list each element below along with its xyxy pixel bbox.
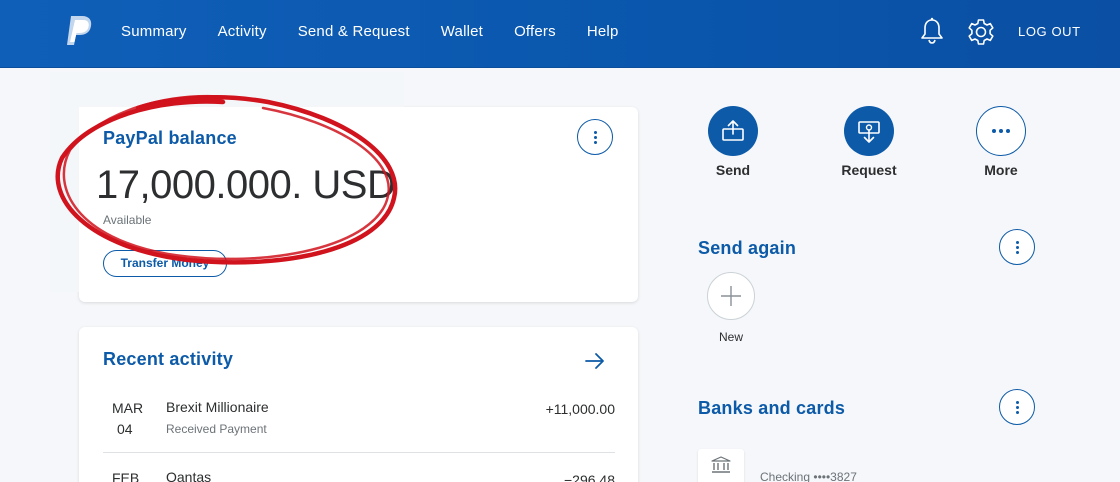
nav-offers[interactable]: Offers <box>514 22 556 42</box>
vertical-dots-icon <box>1015 240 1019 254</box>
balance-options-button[interactable] <box>577 119 613 155</box>
divider <box>103 452 615 453</box>
activity-name: Brexit Millionaire <box>166 399 269 415</box>
nav-wallet[interactable]: Wallet <box>441 22 483 42</box>
send-action[interactable]: Send <box>700 106 766 178</box>
new-contact-button[interactable] <box>707 272 755 320</box>
request-button-circle[interactable] <box>844 106 894 156</box>
nav-activity[interactable]: Activity <box>218 22 267 42</box>
balance-title: PayPal balance <box>103 128 237 148</box>
settings-gear-icon[interactable] <box>966 17 996 47</box>
nav-help[interactable]: Help <box>587 22 619 42</box>
activity-row[interactable]: MAR 04 Brexit Millionaire Received Payme… <box>103 398 615 442</box>
new-contact-label: New <box>719 330 744 344</box>
send-again-title: Send again <box>698 238 797 258</box>
logout-button[interactable]: LOG OUT <box>1018 24 1081 39</box>
more-action[interactable]: More <box>968 106 1034 178</box>
transfer-money-button[interactable]: Transfer Money <box>103 250 227 277</box>
activity-amount: +11,000.00 <box>545 401 615 417</box>
balance-available-label: Available <box>103 213 152 227</box>
request-action[interactable]: Request <box>834 106 904 178</box>
banks-options-button[interactable] <box>999 389 1035 425</box>
top-navigation-bar: Summary Activity Send & Request Wallet O… <box>0 0 1120 68</box>
activity-day: 04 <box>117 421 133 437</box>
activity-subtitle: Received Payment <box>166 422 267 436</box>
nav-send-request[interactable]: Send & Request <box>298 22 410 42</box>
plus-icon <box>721 286 741 306</box>
nav-summary[interactable]: Summary <box>121 22 187 42</box>
more-horizontal-icon <box>992 129 1010 133</box>
send-again-options-button[interactable] <box>999 229 1035 265</box>
activity-name: Qantas <box>166 469 212 482</box>
activity-row[interactable]: FEB Qantas −296.48 <box>103 468 615 482</box>
bank-account-tile[interactable] <box>698 449 744 482</box>
more-label: More <box>984 162 1018 178</box>
request-label: Request <box>841 162 897 178</box>
balance-amount: 17,000.000. USD <box>96 163 396 207</box>
activity-month: FEB <box>112 470 140 482</box>
notification-bell-icon[interactable] <box>919 17 945 45</box>
bank-account-label: Checking ••••3827 <box>760 470 857 482</box>
vertical-dots-icon <box>593 130 597 144</box>
arrow-right-icon[interactable] <box>583 350 607 372</box>
more-button-circle[interactable] <box>976 106 1026 156</box>
main-nav: Summary Activity Send & Request Wallet O… <box>121 22 619 42</box>
request-money-icon <box>858 121 880 143</box>
vertical-dots-icon <box>1015 400 1019 414</box>
send-money-icon <box>722 120 744 141</box>
activity-month: MAR <box>112 400 144 416</box>
paypal-logo-icon[interactable] <box>62 14 96 48</box>
send-button-circle[interactable] <box>708 106 758 156</box>
activity-amount: −296.48 <box>564 472 615 482</box>
send-label: Send <box>715 162 751 178</box>
banks-cards-title: Banks and cards <box>698 398 846 418</box>
bank-icon <box>711 456 731 473</box>
recent-activity-title: Recent activity <box>103 349 234 369</box>
